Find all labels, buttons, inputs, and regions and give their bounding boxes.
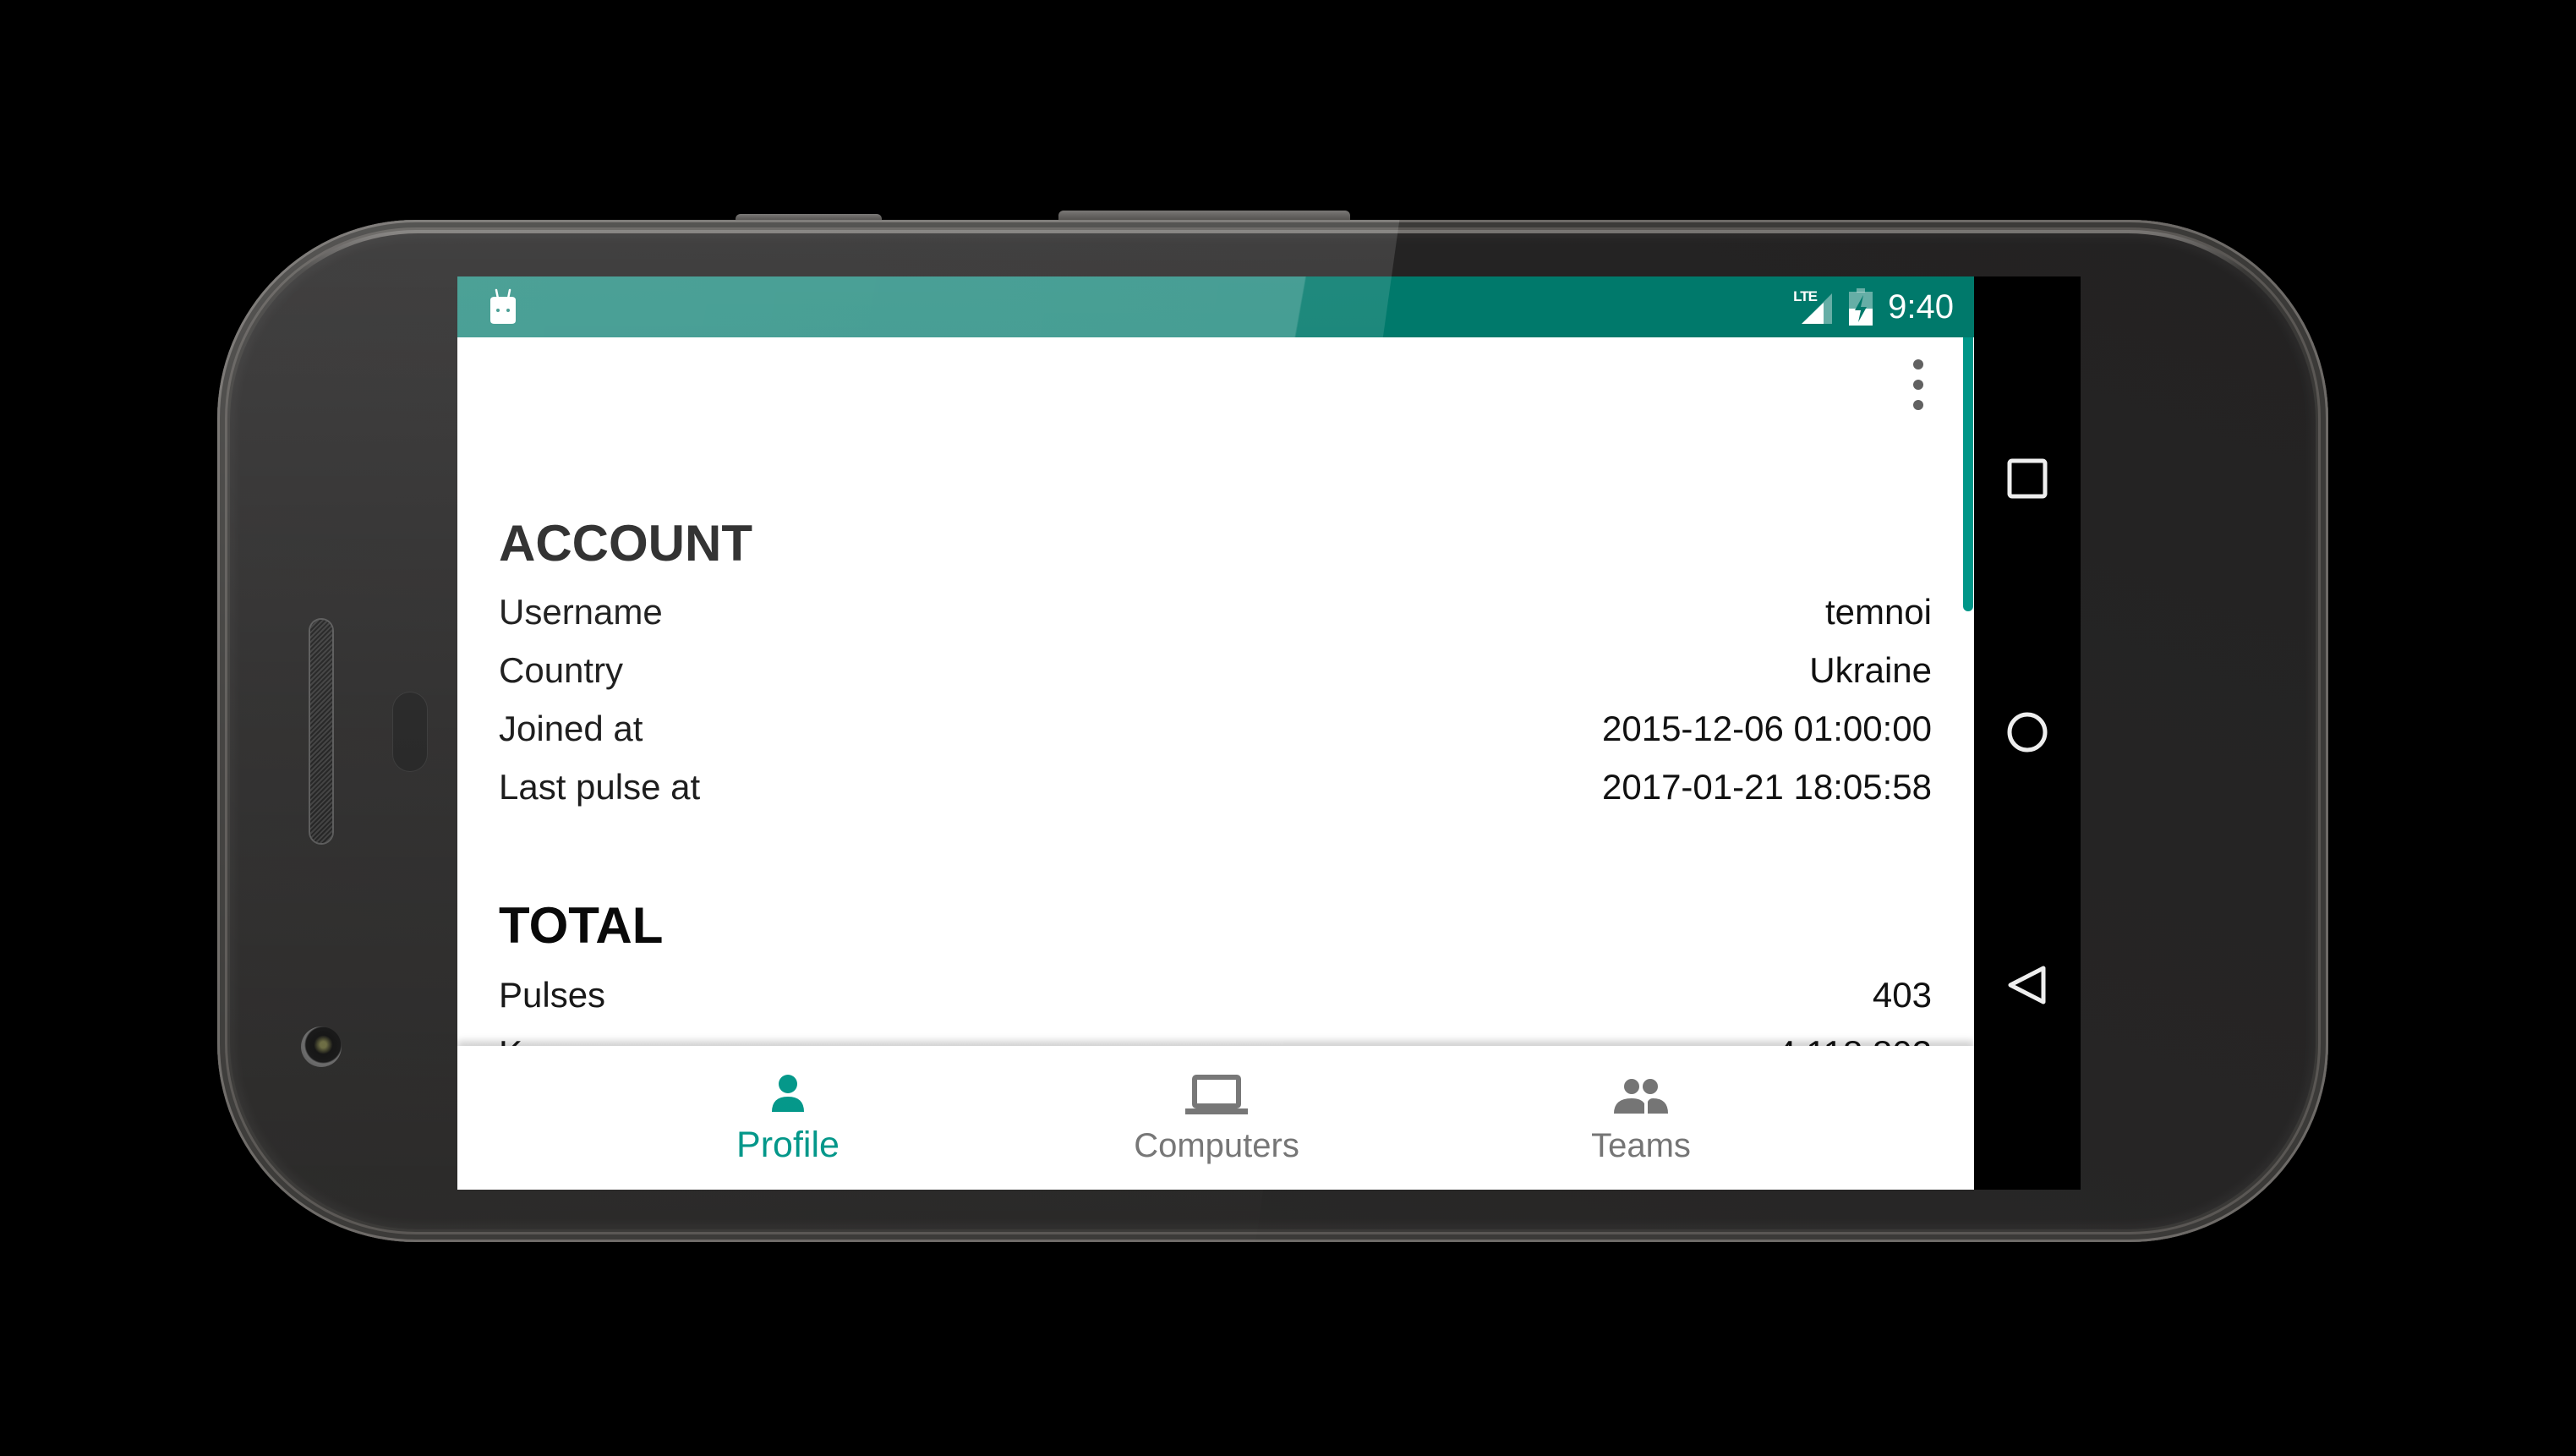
android-debug-icon xyxy=(490,288,516,324)
row-value: 2017-01-21 18:05:58 xyxy=(1602,767,1932,807)
row-label: Keys xyxy=(499,1036,577,1047)
device-screen: LTE 9:40 ACCOUNT Username temnoi Country… xyxy=(457,276,2081,1190)
info-row-last-pulse-at: Last pulse at 2017-01-21 18:05:58 xyxy=(499,769,1932,805)
proximity-sensor xyxy=(393,692,427,771)
row-label: Joined at xyxy=(499,709,643,748)
nav-label-profile: Profile xyxy=(736,1125,840,1165)
info-row-country: Country Ukraine xyxy=(499,653,1932,688)
row-label: Country xyxy=(499,650,624,690)
laptop-icon xyxy=(1185,1075,1248,1114)
system-navigation-bar xyxy=(1974,276,2081,1190)
info-row-joined-at: Joined at 2015-12-06 01:00:00 xyxy=(499,711,1932,747)
row-value: 403 xyxy=(1872,975,1932,1015)
row-value: Ukraine xyxy=(1809,650,1932,690)
row-label: Last pulse at xyxy=(499,767,701,807)
group-icon xyxy=(1614,1079,1668,1114)
more-vert-icon[interactable] xyxy=(1903,358,1933,412)
row-value: 4 118 802 xyxy=(1776,1036,1932,1047)
nav-tab-profile[interactable]: Profile xyxy=(661,1046,915,1190)
person-icon xyxy=(772,1075,804,1112)
circle-icon[interactable] xyxy=(2006,711,2048,753)
profile-content[interactable]: ACCOUNT Username temnoi Country Ukraine … xyxy=(457,337,1974,1046)
section-title-account: ACCOUNT xyxy=(499,515,752,572)
info-row-keys: Keys 4 118 802 xyxy=(499,1036,1932,1047)
info-row-pulses: Pulses 403 xyxy=(499,977,1932,1013)
nav-tab-teams[interactable]: Teams xyxy=(1514,1046,1768,1190)
square-icon[interactable] xyxy=(2006,457,2048,500)
earpiece-speaker xyxy=(310,620,332,843)
row-value: 2015-12-06 01:00:00 xyxy=(1602,709,1932,748)
row-label: Username xyxy=(499,592,663,632)
front-camera xyxy=(301,1026,342,1067)
row-value: temnoi xyxy=(1824,592,1932,632)
scrollbar[interactable] xyxy=(1963,337,1973,611)
status-bar: LTE 9:40 xyxy=(457,276,1974,337)
status-clock: 9:40 xyxy=(1888,287,1954,326)
nav-tab-computers[interactable]: Computers xyxy=(1090,1046,1343,1190)
battery-charging-icon xyxy=(1849,288,1873,326)
nav-label-computers: Computers xyxy=(1134,1127,1299,1164)
status-icons: LTE 9:40 xyxy=(1793,276,1954,337)
section-title-total: TOTAL xyxy=(499,897,664,954)
info-row-username: Username temnoi xyxy=(499,594,1932,630)
signal-icon: LTE xyxy=(1793,288,1834,326)
bottom-navigation: Profile Computers Teams xyxy=(457,1046,1974,1190)
row-label: Pulses xyxy=(499,975,606,1015)
nav-label-teams: Teams xyxy=(1591,1127,1691,1164)
triangle-back-icon[interactable] xyxy=(2006,964,2048,1006)
